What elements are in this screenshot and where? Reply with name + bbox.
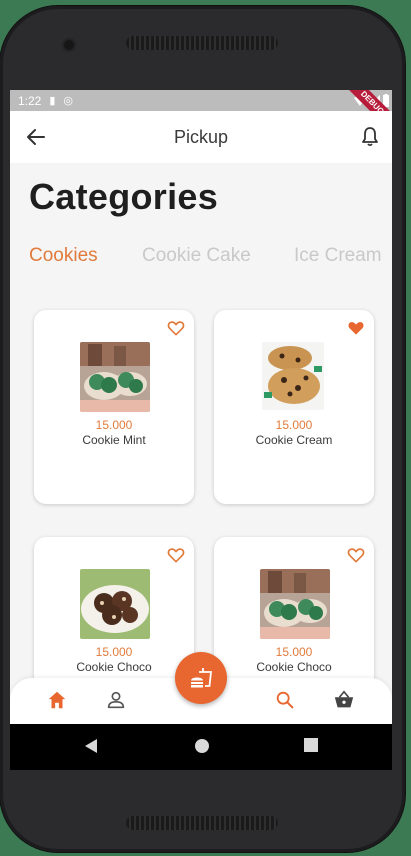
system-back-icon[interactable] <box>84 738 98 754</box>
system-recents-icon[interactable] <box>304 738 318 752</box>
product-card[interactable]: 15.000 Cookie Mint <box>34 310 194 504</box>
status-bar: 1:22 ▮ ◎ DEBUG <box>10 90 392 137</box>
product-price: 15.000 <box>275 645 313 659</box>
notification-bell-icon[interactable] <box>358 125 382 149</box>
top-speaker <box>126 36 278 50</box>
product-price: 15.000 <box>275 418 313 432</box>
search-icon[interactable] <box>274 689 296 711</box>
favorite-filled-icon[interactable] <box>346 318 366 338</box>
home-icon[interactable] <box>46 689 68 711</box>
product-name: Cookie Cream <box>255 433 333 447</box>
sd-card-icon: ▮ <box>49 95 56 107</box>
system-navigation-bar <box>10 724 392 770</box>
product-name: Cookie Mint <box>82 433 146 447</box>
tab-ice-cream[interactable]: Ice Cream <box>294 245 382 267</box>
chocolate-chip-cookie-photo <box>262 342 324 410</box>
product-name: Cookie Choco <box>76 660 152 674</box>
product-name: Cookie Choco <box>256 660 332 674</box>
app-bar: Pickup <box>10 111 392 163</box>
basket-icon[interactable] <box>333 689 355 711</box>
app-screen: 1:22 ▮ ◎ DEBUG Pickup Categories Cookies… <box>10 90 392 770</box>
page-title: Pickup <box>173 127 229 147</box>
favorite-outline-icon[interactable] <box>346 545 366 565</box>
tab-cookie-cake[interactable]: Cookie Cake <box>142 245 251 267</box>
green-cookies-photo <box>260 569 330 639</box>
product-card[interactable]: 15.000 Cookie Cream <box>214 310 374 504</box>
bottom-speaker <box>126 816 278 830</box>
green-cookies-photo <box>80 342 150 412</box>
chocolate-cookies-plate-photo <box>80 569 150 639</box>
product-price: 15.000 <box>95 645 133 659</box>
front-camera <box>64 40 74 50</box>
fast-food-fab[interactable] <box>175 652 227 704</box>
profile-icon[interactable] <box>105 689 127 711</box>
sync-icon: ◎ <box>63 95 74 107</box>
favorite-outline-icon[interactable] <box>166 318 186 338</box>
tab-cookies[interactable]: Cookies <box>29 245 98 267</box>
favorite-outline-icon[interactable] <box>166 545 186 565</box>
system-home-icon[interactable] <box>194 738 210 754</box>
fast-food-icon <box>191 668 213 688</box>
status-time: 1:22 <box>18 93 42 108</box>
product-price: 15.000 <box>95 418 133 432</box>
categories-heading: Categories <box>29 176 219 217</box>
